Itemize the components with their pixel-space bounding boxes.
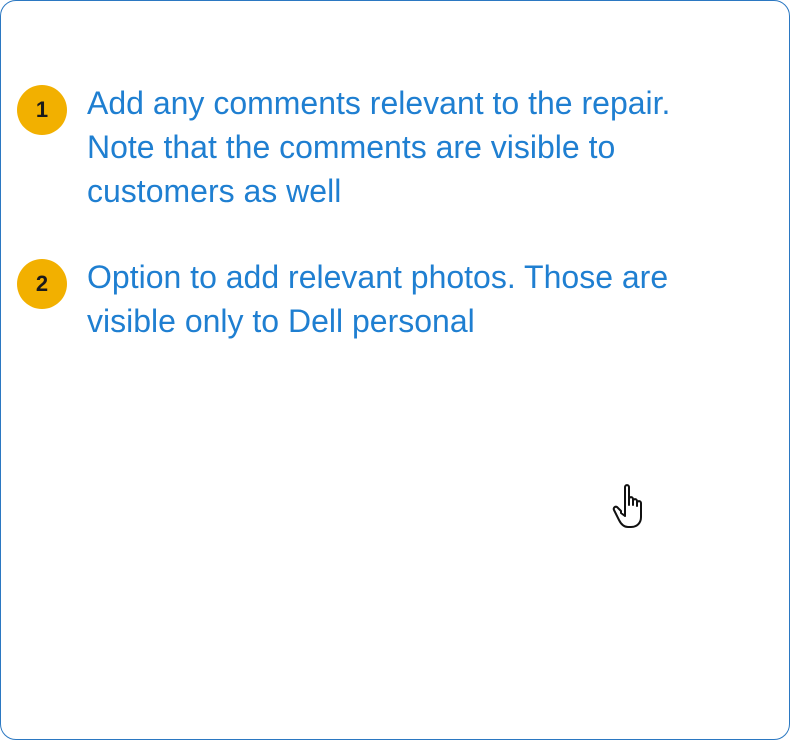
step-item-2: 2 Option to add relevant photos. Those a… (17, 255, 737, 343)
step-number-badge: 2 (17, 259, 67, 309)
callout-panel: 1 Add any comments relevant to the repai… (0, 0, 790, 740)
hand-pointer-icon (612, 484, 642, 528)
step-number-badge: 1 (17, 85, 67, 135)
steps-list: 1 Add any comments relevant to the repai… (17, 81, 737, 385)
step-item-1: 1 Add any comments relevant to the repai… (17, 81, 737, 213)
step-description: Option to add relevant photos. Those are… (87, 259, 669, 339)
step-description: Add any comments relevant to the repair.… (87, 85, 671, 209)
